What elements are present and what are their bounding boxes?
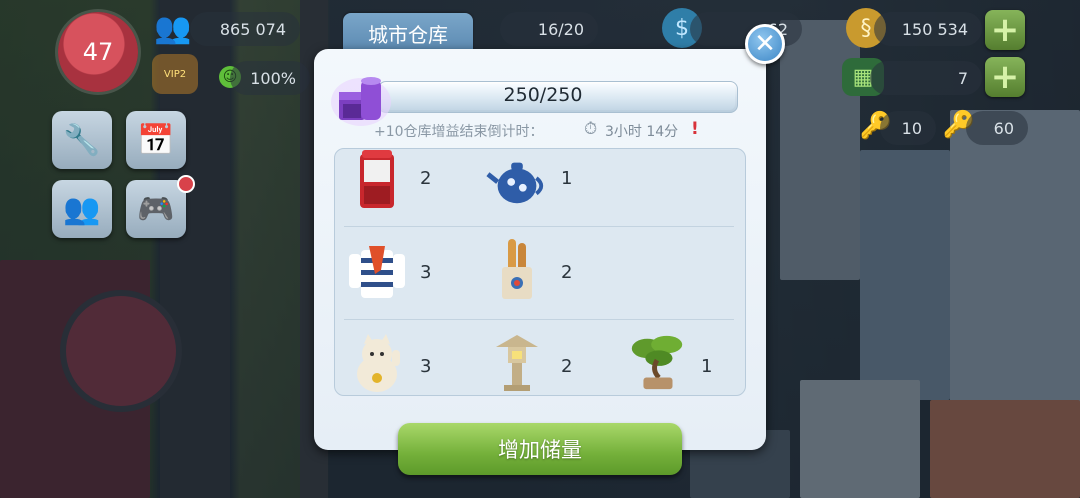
phone-booth-icon[interactable]: [346, 149, 408, 211]
keys-b-value: 60: [993, 118, 1014, 138]
increase-storage-button[interactable]: 增加储量: [398, 423, 682, 475]
tab-title: 城市仓库: [368, 22, 448, 47]
happiness-counter[interactable]: 100%: [230, 61, 310, 95]
keys-a-counter[interactable]: 10: [880, 111, 936, 145]
storage-counter[interactable]: 16/20: [500, 12, 598, 46]
add-simoleons-button[interactable]: +: [985, 10, 1025, 50]
gamepad-button[interactable]: 🎮: [126, 180, 186, 238]
calendar-icon: 📅: [137, 122, 175, 158]
level-badge[interactable]: 47: [58, 12, 138, 92]
friends-button[interactable]: 👥: [52, 180, 112, 238]
stopwatch-icon: ⏱: [584, 119, 598, 139]
item-count: 2: [420, 168, 432, 189]
level-value: 47: [82, 38, 114, 66]
storage-silo-icon: [331, 77, 391, 126]
capacity-text: 250/250: [503, 84, 583, 106]
item-count: 1: [561, 168, 573, 189]
close-button[interactable]: ✕: [745, 24, 785, 64]
simoleons-counter[interactable]: 150 534: [874, 12, 982, 46]
item-count: 3: [420, 356, 432, 377]
boost-time: 3小时 14分: [605, 124, 679, 140]
build-tools-button[interactable]: 🔧: [52, 111, 112, 169]
simoleons-value: 150 534: [901, 19, 968, 39]
tools-icon: 🔧: [63, 122, 101, 158]
vip-label: VIP2: [163, 68, 187, 80]
storage-value: 16/20: [537, 19, 584, 39]
striped-sweater-icon[interactable]: [346, 240, 408, 302]
vip-icon[interactable]: VIP2: [152, 54, 198, 94]
keys-a-value: 10: [901, 118, 922, 138]
item-count: 2: [561, 356, 573, 377]
boost-countdown-label: +10仓库增益结束倒计时：: [374, 124, 544, 140]
close-icon: ✕: [754, 29, 776, 59]
item-count: 3: [420, 262, 432, 283]
population-value: 865 074: [219, 19, 286, 39]
baguette-bag-icon[interactable]: [486, 238, 548, 300]
keys-b-counter[interactable]: 60: [966, 111, 1028, 145]
golden-keys-counter[interactable]: 7: [870, 61, 982, 95]
stone-lantern-icon[interactable]: [486, 332, 548, 394]
lucky-cat-icon[interactable]: [346, 332, 408, 394]
row-divider: [344, 226, 734, 227]
row-divider: [344, 319, 734, 320]
golden-keys-value: 7: [957, 68, 968, 88]
teapot-icon[interactable]: [486, 149, 548, 211]
add-golden-keys-button[interactable]: +: [985, 57, 1025, 97]
item-count: 2: [561, 262, 573, 283]
calendar-button[interactable]: 📅: [126, 111, 186, 169]
bonsai-tree-icon[interactable]: [626, 332, 688, 394]
notification-dot-icon: [177, 175, 195, 193]
population-counter[interactable]: 865 074: [190, 12, 300, 46]
increase-storage-label: 增加储量: [498, 438, 582, 462]
item-count: 1: [701, 356, 713, 377]
happiness-value: 100%: [250, 68, 296, 88]
friends-icon: 👥: [63, 191, 101, 227]
gamepad-icon: 🎮: [137, 191, 175, 227]
warning-icon: !: [691, 119, 699, 139]
tab-city-storage[interactable]: 城市仓库: [343, 13, 473, 53]
